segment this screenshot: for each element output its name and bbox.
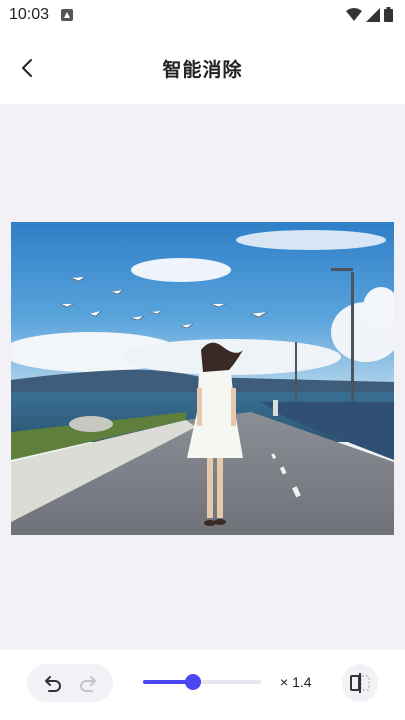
wifi-icon — [346, 7, 362, 21]
brush-size-slider[interactable] — [143, 674, 261, 690]
battery-icon — [384, 7, 393, 22]
photo-woman-walking-on-seaside-road[interactable] — [11, 222, 394, 535]
redo-icon — [79, 676, 96, 692]
status-time: 10:03 — [9, 6, 50, 23]
zoom-level-label: × 1.4 — [280, 674, 312, 690]
compare-icon — [350, 673, 370, 693]
undo-button[interactable] — [38, 669, 66, 697]
cellular-signal-icon — [366, 7, 380, 22]
app-notification-icon — [61, 9, 73, 21]
editor-canvas[interactable] — [0, 104, 405, 650]
status-bar: 10:03 — [0, 0, 405, 32]
slider-thumb[interactable] — [184, 674, 201, 690]
app-bar: 智能消除 — [0, 32, 405, 104]
undo-redo-group — [27, 664, 113, 702]
bottom-toolbar: × 1.4 — [0, 650, 405, 720]
redo-button[interactable] — [75, 669, 103, 697]
status-icons — [346, 7, 393, 22]
compare-button[interactable] — [342, 664, 378, 702]
undo-icon — [44, 676, 61, 692]
page-title: 智能消除 — [162, 59, 243, 81]
